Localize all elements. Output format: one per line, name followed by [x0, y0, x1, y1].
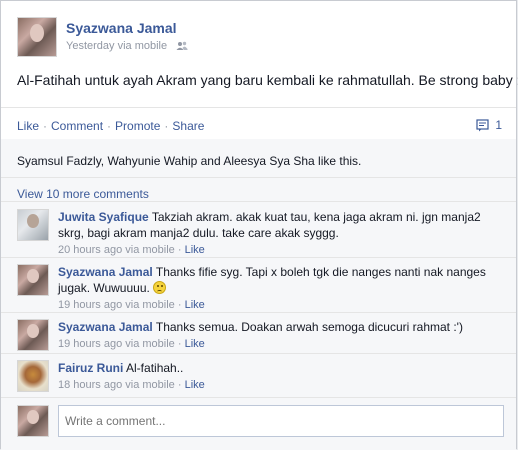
feed-story: Syazwana Jamal Yesterday via mobile Al-F… [0, 0, 518, 450]
commenter-avatar[interactable] [17, 209, 49, 241]
comment-count-value: 1 [495, 118, 502, 132]
divider [1, 107, 516, 108]
author-avatar[interactable] [17, 17, 57, 57]
frown-emoji-icon [153, 281, 167, 294]
viewer-avatar [17, 405, 49, 437]
divider [1, 312, 516, 313]
action-separator: · [43, 119, 48, 133]
comment-time[interactable]: 18 hours ago via mobile [58, 379, 175, 391]
story-actions: Like · Comment · Promote · Share [17, 119, 204, 133]
comment-body: Syazwana Jamal Thanks fifie syg. Tapi x … [58, 264, 508, 313]
comment-text: Thanks semua. Doakan arwah semoga dicucu… [155, 320, 463, 334]
comment-bubble-icon [476, 118, 495, 132]
comment-body: Syazwana Jamal Thanks semua. Doakan arwa… [58, 319, 508, 352]
likes-sentence[interactable]: Syamsul Fadzly, Wahyunie Wahip and Alees… [17, 154, 361, 168]
comment-link[interactable]: Comment [51, 119, 103, 133]
divider [1, 257, 516, 258]
like-link[interactable]: Like [17, 119, 39, 133]
divider [1, 177, 516, 178]
divider [1, 201, 516, 202]
commenter-avatar[interactable] [17, 360, 49, 392]
comment-meta: 19 hours ago via mobile · Like [58, 338, 205, 350]
action-separator: · [164, 119, 169, 133]
comment-like-link[interactable]: Like [185, 379, 205, 391]
comment-input[interactable] [58, 405, 504, 437]
commenter-avatar[interactable] [17, 264, 49, 296]
commenter-avatar[interactable] [17, 319, 49, 351]
comment-like-link[interactable]: Like [185, 299, 205, 311]
comment-time[interactable]: 19 hours ago via mobile [58, 299, 175, 311]
view-more-comments-link[interactable]: View 10 more comments [17, 187, 149, 201]
story-timestamp[interactable]: Yesterday via mobile [66, 40, 167, 52]
comment-meta: 19 hours ago via mobile · Like [58, 299, 205, 311]
comment-author[interactable]: Fairuz Runi [58, 361, 123, 375]
comment-count[interactable]: 1 [476, 118, 502, 132]
comment-meta: 18 hours ago via mobile · Like [58, 379, 205, 391]
divider [1, 397, 516, 398]
promote-link[interactable]: Promote [115, 119, 160, 133]
post-text: Al-Fatihah untuk ayah Akram yang baru ke… [17, 72, 518, 88]
comment-meta: 20 hours ago via mobile · Like [58, 244, 205, 256]
comment-body: Fairuz Runi Al-fatihah.. 18 hours ago vi… [58, 360, 508, 393]
story-meta: Yesterday via mobile [66, 40, 188, 54]
comment-time[interactable]: 19 hours ago via mobile [58, 338, 175, 350]
comment-author[interactable]: Juwita Syafique [58, 210, 149, 224]
comment-time[interactable]: 20 hours ago via mobile [58, 244, 175, 256]
friends-icon[interactable] [176, 41, 188, 54]
divider [1, 353, 516, 354]
comment-body: Juwita Syafique Takziah akram. akak kuat… [58, 209, 508, 258]
comment-like-link[interactable]: Like [185, 244, 205, 256]
comment-author[interactable]: Syazwana Jamal [58, 265, 153, 279]
comments-section: Syamsul Fadzly, Wahyunie Wahip and Alees… [1, 139, 516, 450]
share-link[interactable]: Share [172, 119, 204, 133]
action-separator: · [107, 119, 112, 133]
comment-text: Al-fatihah.. [126, 361, 184, 375]
comment-like-link[interactable]: Like [185, 338, 205, 350]
comment-author[interactable]: Syazwana Jamal [58, 320, 153, 334]
author-name[interactable]: Syazwana Jamal [66, 20, 177, 36]
